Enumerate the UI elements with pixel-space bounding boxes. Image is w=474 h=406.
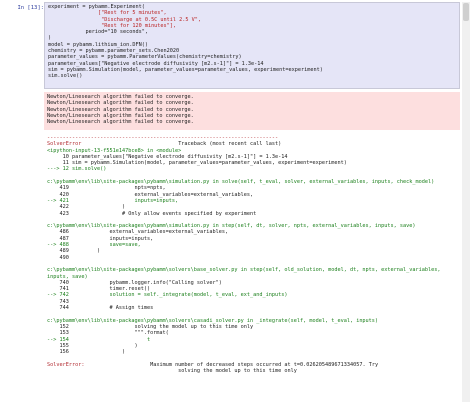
scrollbar-thumb[interactable] bbox=[463, 3, 469, 21]
stderr-output: Newton/Linesearch algorithm failed to co… bbox=[44, 92, 460, 130]
final-error-name: SolverError: bbox=[47, 361, 85, 368]
code-line: sim.solve() bbox=[48, 73, 83, 80]
code-cell-input[interactable]: experiment = pybamm.Experiment( ["Rest f… bbox=[44, 2, 460, 89]
final-error-cont: solving the model up to this time only bbox=[47, 368, 457, 374]
vertical-scrollbar[interactable] bbox=[462, 2, 470, 402]
traceback-header-right: Traceback (most recent call last) bbox=[178, 141, 282, 148]
error-name: SolverError bbox=[47, 141, 82, 148]
traceback-output: ----------------------------------------… bbox=[44, 133, 460, 403]
final-error-message: Maximum number of decreased steps occurr… bbox=[150, 361, 379, 368]
frame-location[interactable]: c:\pybamm\env\lib\site-packages\pybamm\s… bbox=[47, 267, 457, 273]
stderr-line: Newton/Linesearch algorithm failed to co… bbox=[47, 119, 194, 126]
final-error-message-cont: solving the model up to this time only bbox=[178, 367, 297, 374]
cell-prompt: In [13]: bbox=[17, 5, 45, 11]
